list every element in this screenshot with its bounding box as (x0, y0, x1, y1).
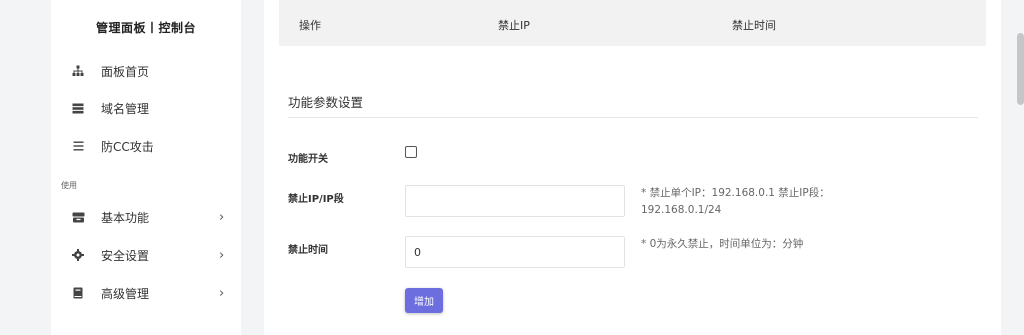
server-icon (71, 101, 85, 115)
gear-icon (71, 248, 85, 262)
chevron-right-icon: › (219, 247, 225, 263)
ip-hint-line1: * 禁止单个IP：192.168.0.1 禁止IP段： (641, 187, 830, 199)
sidebar-item-label: 基本功能 (101, 210, 150, 225)
inbox-icon (71, 210, 85, 224)
scrollbar-thumb[interactable] (1017, 33, 1024, 105)
sidebar-item-label: 域名管理 (101, 101, 150, 116)
sidebar-item-advanced[interactable]: 高级管理 › (51, 281, 241, 305)
sidebar-item-label: 安全设置 (101, 248, 150, 263)
book-icon (71, 286, 85, 300)
chevron-right-icon: › (219, 209, 225, 225)
column-header-ban-time: 禁止时间 (732, 19, 776, 32)
switch-label: 功能开关 (288, 154, 328, 165)
sidebar-item-basic[interactable]: 基本功能 › (51, 205, 241, 229)
feature-switch-checkbox[interactable] (405, 146, 417, 158)
sidebar-item-security[interactable]: 安全设置 › (51, 243, 241, 267)
sidebar-item-domains[interactable]: 域名管理 (51, 96, 241, 120)
list-icon (71, 139, 85, 153)
time-hint: * 0为永久禁止，时间单位为：分钟 (641, 238, 804, 250)
chevron-right-icon: › (219, 285, 225, 301)
sidebar: 管理面板丨控制台 面板首页 域名管理 防CC攻击 使用 基本功能 › 安全设置 … (51, 0, 241, 335)
ip-hint-line2: 192.168.0.1/24 (641, 204, 722, 216)
sidebar-item-anti-cc[interactable]: 防CC攻击 (51, 134, 241, 158)
sidebar-item-label: 防CC攻击 (101, 139, 154, 154)
sidebar-item-label: 高级管理 (101, 286, 150, 301)
sitemap-icon (71, 64, 85, 78)
sidebar-item-home[interactable]: 面板首页 (51, 59, 241, 83)
main-card: 操作 禁止IP 禁止时间 功能参数设置 功能开关 禁止IP/IP段 * 禁止单个… (264, 0, 1001, 335)
divider (288, 117, 978, 118)
add-button[interactable]: 增加 (405, 288, 443, 313)
column-header-action: 操作 (299, 19, 321, 32)
ip-hint: * 禁止单个IP：192.168.0.1 禁止IP段： 192.168.0.1/… (641, 185, 830, 219)
time-label: 禁止时间 (288, 245, 328, 256)
sidebar-item-label: 面板首页 (101, 64, 150, 79)
ip-input[interactable] (405, 185, 625, 217)
ip-label: 禁止IP/IP段 (288, 194, 344, 205)
column-header-banned-ip: 禁止IP (498, 19, 530, 32)
table-header: 操作 禁止IP 禁止时间 (279, 0, 986, 46)
ban-time-input[interactable] (405, 236, 625, 268)
settings-title: 功能参数设置 (288, 95, 364, 110)
section-label: 使用 (61, 181, 77, 190)
brand-title: 管理面板丨控制台 (95, 21, 196, 35)
